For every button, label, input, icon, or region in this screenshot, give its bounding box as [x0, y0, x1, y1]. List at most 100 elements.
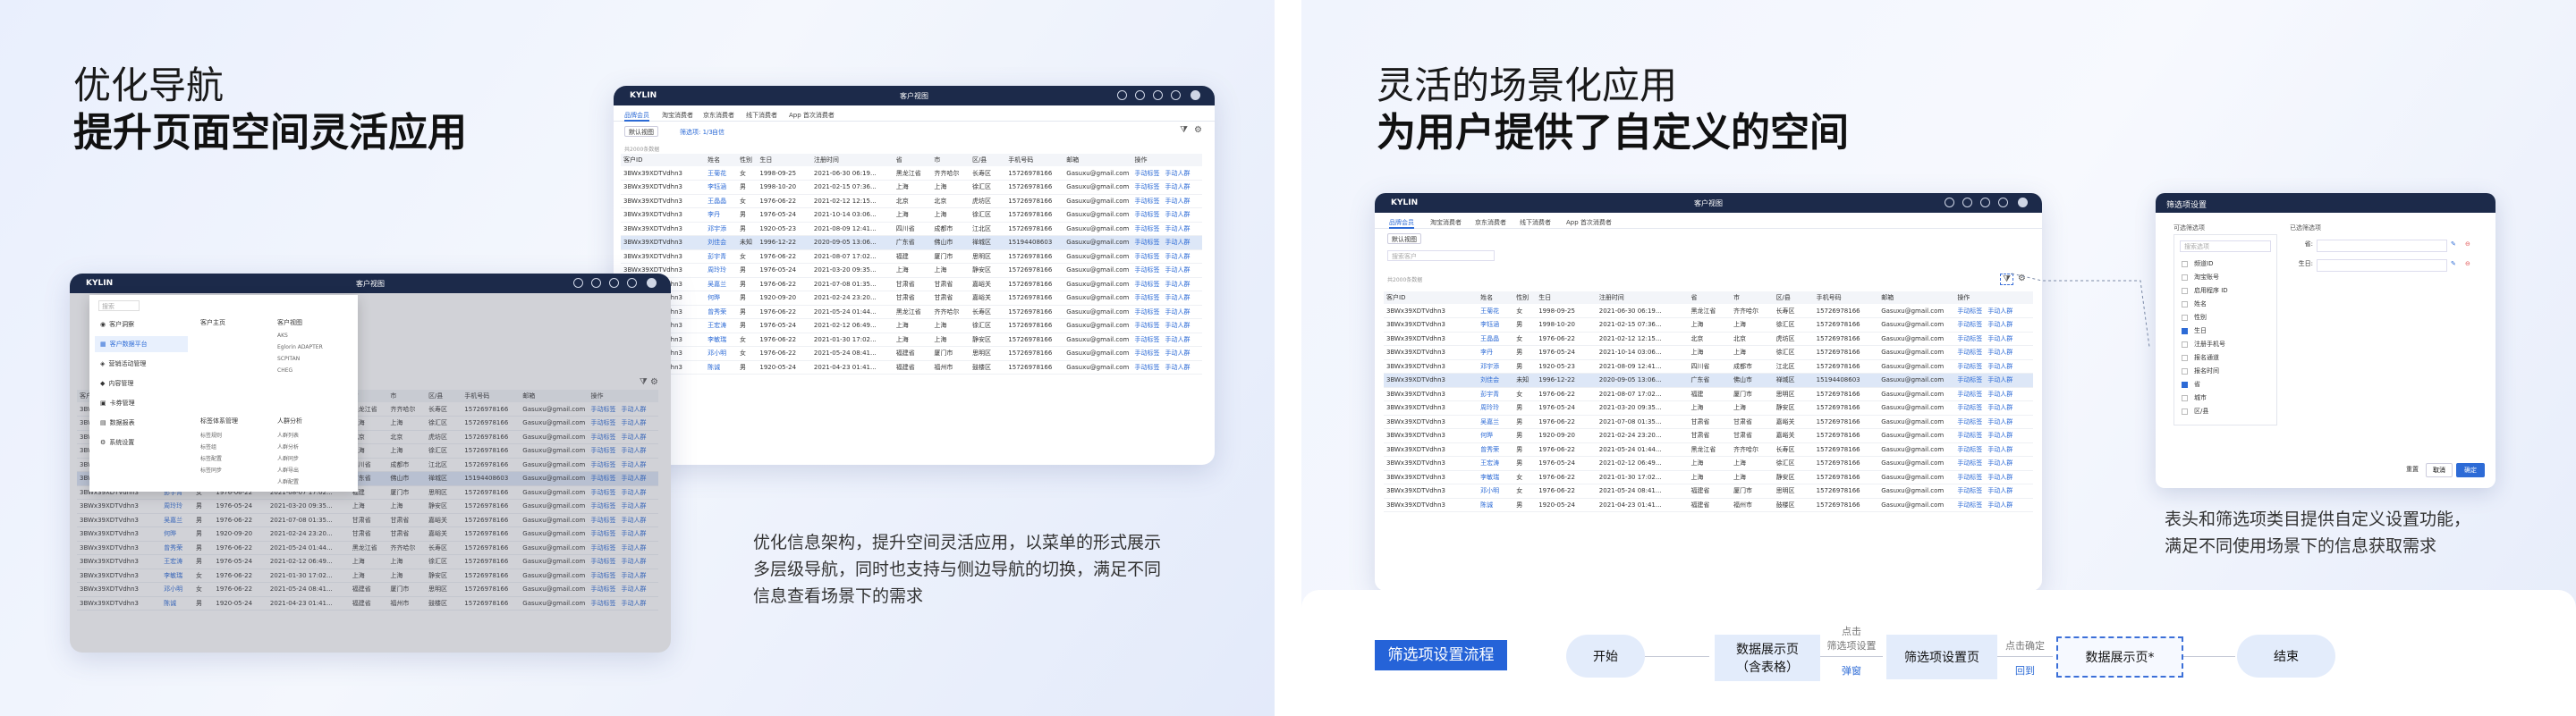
manual-tag-link[interactable]: 手动标签 — [1135, 239, 1160, 246]
column-header[interactable]: 姓名 — [705, 154, 737, 166]
manual-crowd-link[interactable]: 手动人群 — [1987, 474, 2012, 481]
table-cell[interactable]: 王晶晶 — [1478, 332, 1514, 346]
tab-0[interactable]: 品牌会员 — [1389, 218, 1414, 229]
manual-tag-link[interactable]: 手动标签 — [1957, 432, 1982, 439]
table-row[interactable]: 3BWx39XDTVdhn3刘佳会未知1996-12-222020-09-05 … — [1384, 373, 2033, 388]
option-search-input[interactable]: 搜索选项 — [2180, 240, 2271, 252]
manual-crowd-link[interactable]: 手动人群 — [1165, 183, 1191, 190]
manual-crowd-link[interactable]: 手动人群 — [1165, 170, 1191, 177]
avatar[interactable] — [1191, 90, 1200, 100]
table-row[interactable]: 3BWx39XDTVdhn3 周玲玲男 1976-05-24 2021-03-20 0… — [621, 263, 1202, 278]
filter-option[interactable]: 报名时间 — [2174, 365, 2276, 378]
filter-option[interactable]: 注册手机号 — [2174, 338, 2276, 351]
table-cell[interactable]: 李钰涵 — [1478, 317, 1514, 333]
filter-value-input[interactable] — [2317, 259, 2447, 272]
table-row[interactable]: 3BWx39XDTVdhn3 彭宇青女 1976-06-22 2021-08-07 1… — [621, 249, 1202, 264]
manual-crowd-link[interactable]: 手动人群 — [1987, 404, 2012, 411]
menu-subitem[interactable]: 标签组 — [200, 442, 216, 451]
menu-subitem[interactable]: 标签规则 — [200, 431, 222, 439]
help-icon[interactable] — [1153, 90, 1163, 100]
table-row[interactable]: 3BWx39XDTVdhn3曾秀荣男1976-06-222021-05-24 0… — [1384, 442, 2033, 457]
manual-tag-link[interactable]: 手动标签 — [1135, 281, 1160, 288]
message-icon[interactable] — [1135, 90, 1145, 100]
menu-subitem[interactable]: AKS — [277, 333, 288, 339]
filter-option[interactable]: 性别 — [2174, 311, 2276, 324]
manual-tag-link[interactable]: 手动标签 — [1957, 404, 1982, 411]
table-row[interactable]: 3BWx39XDTVdhn3何晔男1920-09-202021-02-24 23… — [1384, 428, 2033, 443]
menu-subitem[interactable]: SCPITAN — [277, 356, 300, 362]
column-header[interactable]: 客户ID — [621, 154, 706, 166]
menu-subitem[interactable]: 标签配置 — [200, 454, 222, 462]
checkbox[interactable] — [2182, 409, 2188, 415]
menu-item[interactable]: ▣ 卡券管理 — [95, 395, 188, 411]
table-cell[interactable]: 李丹 — [1478, 345, 1514, 360]
manual-crowd-link[interactable]: 手动人群 — [1987, 487, 2012, 494]
table-cell[interactable]: 王晶晶 — [705, 194, 737, 208]
table-row[interactable]: 3BWx39XDTVdhn3李敏瑞女1976-06-222021-01-30 1… — [621, 333, 1202, 347]
table-row[interactable]: 3BWx39XDTVdhn3王晶晶女1976-06-222021-02-12 1… — [1384, 332, 2033, 346]
manual-crowd-link[interactable]: 手动人群 — [1165, 225, 1191, 232]
help-icon[interactable] — [609, 278, 619, 288]
manual-tag-link[interactable]: 手动标签 — [1135, 211, 1160, 218]
menu-item[interactable]: ⚙ 系统设置 — [95, 434, 188, 451]
manual-tag-link[interactable]: 手动标签 — [1957, 321, 1982, 328]
column-header[interactable]: 操作 — [1131, 154, 1202, 166]
checkbox[interactable] — [2182, 274, 2188, 281]
table-row[interactable]: 3BWx39XDTVdhn3王菊花女1998-09-252021-06-30 0… — [1384, 304, 2033, 318]
filter-option[interactable]: 姓名 — [2174, 298, 2276, 311]
table-row[interactable]: 3BWx39XDTVdhn3李敏瑞女1976-06-222021-01-30 1… — [1384, 470, 2033, 484]
manual-tag-link[interactable]: 手动标签 — [1957, 501, 1982, 509]
tab-4[interactable]: App 首次消费者 — [1566, 218, 1612, 227]
manual-crowd-link[interactable]: 手动人群 — [1987, 459, 2012, 467]
manual-tag-link[interactable]: 手动标签 — [1957, 307, 1982, 315]
manual-tag-link[interactable]: 手动标签 — [1957, 335, 1982, 342]
tab-0[interactable]: 品牌会员 — [624, 111, 649, 122]
table-cell[interactable]: 邓小明 — [705, 346, 737, 361]
table-row[interactable]: 3BWx39XDTVdhn3 彭宇青女 1976-06-22 2021-08-07 1… — [1384, 387, 2033, 401]
tab-3[interactable]: 线下消费者 — [746, 111, 777, 120]
avatar[interactable] — [2018, 198, 2028, 207]
manual-tag-link[interactable]: 手动标签 — [1135, 350, 1160, 357]
table-cell[interactable]: 周玲玲 — [705, 263, 737, 278]
menu-item[interactable]: ▦ 客户数据平台 — [95, 336, 188, 352]
confirm-button[interactable]: 确定 — [2456, 463, 2485, 477]
tab-2[interactable]: 京东消费者 — [703, 111, 734, 120]
col1-title[interactable]: 客户主页 — [200, 318, 225, 327]
menu-subitem[interactable]: 人群同步 — [277, 454, 299, 462]
col2-title[interactable]: 客户视图 — [277, 318, 302, 327]
table-cell[interactable]: 彭宇青 — [1478, 387, 1514, 401]
table-row[interactable]: 3BWx39XDTVdhn3陈诚男1920-05-242021-04-23 01… — [1384, 498, 2033, 512]
menu-item[interactable]: ◈ 营销活动管理 — [95, 356, 188, 372]
table-row[interactable]: 3BWx39XDTVdhn3 周玲玲男 1976-05-24 2021-03-20 0… — [1384, 400, 2033, 416]
edit-icon[interactable]: ✎ — [2451, 240, 2456, 248]
table-row[interactable]: 3BWx39XDTVdhn3邓宇添男1920-05-232021-08-09 1… — [1384, 359, 2033, 374]
filter-link[interactable]: 筛选项: 1/3 — [680, 128, 713, 137]
manual-crowd-link[interactable]: 手动人群 — [1987, 376, 2012, 383]
table-cell[interactable]: 何晔 — [705, 291, 737, 306]
tab-1[interactable]: 淘宝消费者 — [1430, 218, 1462, 227]
menu-item[interactable]: ▤ 数据报表 — [95, 415, 188, 431]
table-cell[interactable]: 周玲玲 — [1478, 400, 1514, 416]
checkbox[interactable] — [2182, 261, 2188, 267]
avatar[interactable] — [647, 278, 657, 288]
remove-icon[interactable]: ⊖ — [2465, 260, 2470, 267]
table-cell[interactable]: 邓宇添 — [1478, 359, 1514, 374]
manual-tag-link[interactable]: 手动标签 — [1957, 349, 1982, 356]
message-icon[interactable] — [591, 278, 601, 288]
table-cell[interactable]: 李敏瑞 — [705, 333, 737, 347]
table-cell[interactable]: 何晔 — [1478, 428, 1514, 443]
filter-option[interactable]: 报名通道 — [2174, 351, 2276, 365]
filter-option[interactable]: 生日 — [2174, 324, 2276, 338]
manual-tag-link[interactable]: 手动标签 — [1135, 294, 1160, 301]
table-cell[interactable]: 王菊花 — [705, 166, 737, 181]
column-header[interactable]: 性别 — [736, 154, 758, 166]
checkbox[interactable] — [2182, 288, 2188, 294]
checkbox[interactable] — [2182, 395, 2188, 401]
checkbox[interactable] — [2182, 355, 2188, 361]
table-row[interactable]: 3BWx39XDTVdhn3吴嘉兰男1976-06-222021-07-08 0… — [621, 277, 1202, 291]
manual-tag-link[interactable]: 手动标签 — [1135, 336, 1160, 343]
manual-crowd-link[interactable]: 手动人群 — [1987, 418, 2012, 425]
checkbox[interactable] — [2182, 341, 2188, 348]
manual-tag-link[interactable]: 手动标签 — [1135, 266, 1160, 274]
manual-crowd-link[interactable]: 手动人群 — [1987, 501, 2012, 509]
